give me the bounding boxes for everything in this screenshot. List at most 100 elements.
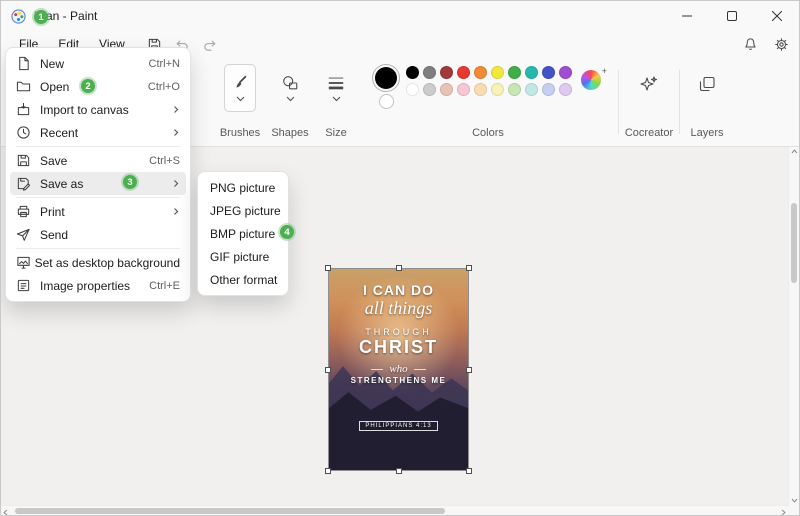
brushes-button[interactable] bbox=[224, 64, 256, 112]
brushes-group: Brushes bbox=[213, 57, 267, 146]
file-menu-recent[interactable]: Recent bbox=[10, 121, 186, 144]
size-label: Size bbox=[325, 127, 346, 139]
ribbon-separator bbox=[618, 70, 619, 134]
file-menu-open[interactable]: Open Ctrl+O bbox=[10, 75, 186, 98]
desktop-background-icon bbox=[16, 255, 35, 270]
selection-handle[interactable] bbox=[466, 367, 472, 373]
notification-bell-icon[interactable] bbox=[743, 37, 758, 52]
step-badge-3: 3 bbox=[123, 175, 137, 189]
color-swatch[interactable] bbox=[440, 66, 453, 79]
poster-image: I CAN DO all things THROUGH CHRIST who S… bbox=[329, 269, 468, 470]
file-menu-send[interactable]: Send bbox=[10, 223, 186, 246]
cocreator-group: Cocreator bbox=[620, 57, 678, 146]
import-icon bbox=[16, 102, 40, 117]
selected-image[interactable]: I CAN DO all things THROUGH CHRIST who S… bbox=[328, 268, 469, 471]
size-button[interactable] bbox=[320, 64, 352, 112]
selection-handle[interactable] bbox=[466, 265, 472, 271]
save-floppy-icon bbox=[16, 153, 40, 168]
layers-button[interactable] bbox=[691, 64, 723, 104]
submenu-chevron-icon bbox=[172, 128, 180, 137]
scroll-up-icon[interactable] bbox=[791, 149, 798, 154]
shapes-button[interactable] bbox=[274, 64, 306, 112]
color-swatch[interactable] bbox=[423, 83, 436, 96]
color-swatch[interactable] bbox=[559, 66, 572, 79]
horizontal-scroll-thumb[interactable] bbox=[15, 508, 445, 514]
edit-colors-button[interactable]: + bbox=[581, 70, 601, 90]
maximize-button[interactable] bbox=[709, 1, 754, 31]
submenu-bmp-picture[interactable]: BMP picture bbox=[202, 222, 284, 245]
file-menu-save[interactable]: Save Ctrl+S bbox=[10, 149, 186, 172]
minimize-button[interactable] bbox=[664, 1, 709, 31]
file-menu-save-as[interactable]: Save as bbox=[10, 172, 186, 195]
scrollbar-corner bbox=[788, 505, 799, 516]
shapes-group: Shapes bbox=[267, 57, 313, 146]
color-swatch[interactable] bbox=[457, 83, 470, 96]
file-menu-import-to-canvas[interactable]: Import to canvas bbox=[10, 98, 186, 121]
color-swatch[interactable] bbox=[525, 83, 538, 96]
poster-text-line4: CHRIST bbox=[329, 337, 468, 358]
vertical-scroll-thumb[interactable] bbox=[791, 203, 797, 283]
scroll-right-icon[interactable] bbox=[781, 509, 786, 516]
selected-colors bbox=[375, 67, 397, 109]
secondary-color-swatch[interactable] bbox=[379, 94, 394, 109]
selection-handle[interactable] bbox=[466, 468, 472, 474]
color-swatch[interactable] bbox=[542, 83, 555, 96]
save-as-icon bbox=[16, 176, 40, 191]
submenu-jpeg-picture[interactable]: JPEG picture bbox=[202, 199, 284, 222]
file-menu-new[interactable]: New Ctrl+N bbox=[10, 52, 186, 75]
selection-handle[interactable] bbox=[325, 367, 331, 373]
selection-handle[interactable] bbox=[325, 468, 331, 474]
color-swatch[interactable] bbox=[525, 66, 538, 79]
color-swatch[interactable] bbox=[457, 66, 470, 79]
submenu-gif-picture[interactable]: GIF picture bbox=[202, 245, 284, 268]
primary-color-swatch[interactable] bbox=[375, 67, 397, 89]
chevron-down-icon bbox=[332, 96, 341, 102]
chevron-down-icon bbox=[236, 96, 245, 102]
color-swatch[interactable] bbox=[474, 83, 487, 96]
save-as-submenu: PNG picture JPEG picture BMP picture GIF… bbox=[197, 171, 289, 296]
recent-clock-icon bbox=[16, 125, 40, 140]
file-menu-image-properties[interactable]: Image properties Ctrl+E bbox=[10, 274, 186, 297]
layers-group: Layers bbox=[681, 57, 733, 146]
selection-handle[interactable] bbox=[396, 265, 402, 271]
layers-label: Layers bbox=[690, 127, 723, 139]
color-swatch[interactable] bbox=[491, 66, 504, 79]
file-menu-set-as-desktop-background[interactable]: Set as desktop background bbox=[10, 251, 186, 274]
scroll-left-icon[interactable] bbox=[3, 509, 8, 516]
vertical-scrollbar[interactable] bbox=[788, 147, 799, 505]
shapes-icon bbox=[281, 74, 299, 92]
redo-icon[interactable] bbox=[202, 37, 218, 52]
selection-handle[interactable] bbox=[396, 468, 402, 474]
selection-handle[interactable] bbox=[325, 265, 331, 271]
cocreator-button[interactable] bbox=[633, 64, 665, 104]
submenu-chevron-icon bbox=[172, 105, 180, 114]
file-menu-print[interactable]: Print bbox=[10, 200, 186, 223]
submenu-other-format[interactable]: Other format bbox=[202, 268, 284, 291]
ribbon-separator bbox=[679, 70, 680, 134]
color-swatch[interactable] bbox=[508, 83, 521, 96]
window-controls bbox=[664, 1, 799, 31]
color-swatch[interactable] bbox=[440, 83, 453, 96]
menu-separator bbox=[16, 248, 180, 249]
poster-text-line3: THROUGH bbox=[329, 327, 468, 337]
submenu-png-picture[interactable]: PNG picture bbox=[202, 176, 284, 199]
settings-gear-icon[interactable] bbox=[774, 37, 789, 52]
color-swatch[interactable] bbox=[542, 66, 555, 79]
color-swatch[interactable] bbox=[491, 83, 504, 96]
color-swatch[interactable] bbox=[559, 83, 572, 96]
layers-icon bbox=[697, 74, 717, 94]
scroll-down-icon[interactable] bbox=[791, 498, 798, 503]
color-swatch[interactable] bbox=[474, 66, 487, 79]
color-palette bbox=[406, 66, 572, 96]
flourish bbox=[371, 369, 383, 370]
cocreator-label: Cocreator bbox=[625, 127, 673, 139]
close-button[interactable] bbox=[754, 1, 799, 31]
color-swatch[interactable] bbox=[406, 66, 419, 79]
color-swatch[interactable] bbox=[423, 66, 436, 79]
file-menu: New Ctrl+N Open Ctrl+O Import to canvas … bbox=[5, 47, 191, 302]
send-plane-icon bbox=[16, 227, 40, 242]
chevron-down-icon bbox=[286, 96, 295, 102]
color-swatch[interactable] bbox=[406, 83, 419, 96]
color-swatch[interactable] bbox=[508, 66, 521, 79]
horizontal-scrollbar[interactable] bbox=[1, 505, 788, 516]
